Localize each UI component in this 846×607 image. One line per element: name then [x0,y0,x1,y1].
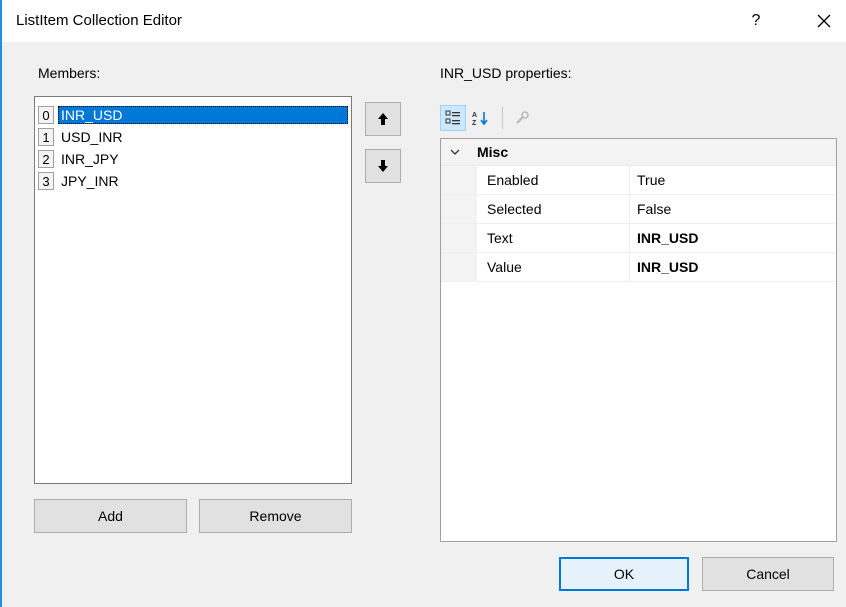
categorized-icon [445,110,460,125]
list-item-text: USD_INR [61,129,123,145]
list-item-text: INR_JPY [61,151,119,167]
property-name: Selected [477,195,630,223]
property-value[interactable]: INR_USD [630,259,698,275]
property-name: Enabled [477,166,630,194]
members-label: Members: [38,65,101,81]
list-item-index: 3 [38,172,54,190]
list-item-text: JPY_INR [61,173,119,189]
alphabetical-button[interactable]: A Z [468,105,494,131]
svg-text:Z: Z [472,120,477,126]
close-button[interactable] [806,8,842,34]
row-gutter [441,195,477,223]
close-icon [817,14,831,28]
list-item-index: 2 [38,150,54,168]
help-button[interactable]: ? [738,8,774,34]
alphabetical-icon: A Z [472,112,488,126]
title-bar: ListItem Collection Editor ? [2,0,846,42]
list-item[interactable]: 2 INR_JPY [35,148,351,170]
properties-toolbar: A Z [440,100,840,136]
property-row[interactable]: Text INR_USD [441,224,836,253]
row-gutter [441,166,477,194]
members-listbox[interactable]: 0 INR_USD 1 USD_INR 2 INR_JPY 3 JPY_INR [34,96,352,484]
row-gutter [441,253,477,281]
list-item-text: INR_USD [58,106,348,124]
list-item-index: 0 [38,106,54,124]
categorized-button[interactable] [440,105,466,131]
window-title: ListItem Collection Editor [16,12,182,29]
property-name: Text [477,224,630,252]
property-name: Value [477,253,630,281]
cancel-button[interactable]: Cancel [702,557,834,591]
category-row[interactable]: Misc [441,139,836,166]
ok-button[interactable]: OK [559,557,689,591]
property-pages-button[interactable] [509,105,535,131]
properties-label: INR_USD properties: [440,65,572,81]
add-button[interactable]: Add [34,499,187,533]
property-pages-icon [516,111,529,124]
collection-editor-dialog: ListItem Collection Editor ? Members: 0 … [0,0,846,607]
list-item[interactable]: 3 JPY_INR [35,170,351,192]
svg-text:A: A [472,112,477,119]
property-value[interactable]: INR_USD [630,230,698,246]
move-up-button[interactable] [365,102,401,136]
property-row[interactable]: Enabled True [441,166,836,195]
row-gutter [441,224,477,252]
property-row[interactable]: Selected False [441,195,836,224]
toolbar-separator [502,107,503,129]
property-grid[interactable]: Misc Enabled True Selected False Text IN… [440,138,837,542]
remove-button[interactable]: Remove [199,499,352,533]
list-item[interactable]: 1 USD_INR [35,126,351,148]
list-item[interactable]: 0 INR_USD [35,104,351,126]
list-item-index: 1 [38,128,54,146]
arrow-up-icon [378,113,388,125]
category-name: Misc [477,144,509,160]
property-value[interactable]: False [630,201,671,217]
chevron-down-icon[interactable] [441,148,469,156]
move-down-button[interactable] [365,149,401,183]
property-row[interactable]: Value INR_USD [441,253,836,282]
property-value[interactable]: True [630,172,665,188]
arrow-down-icon [378,160,388,172]
